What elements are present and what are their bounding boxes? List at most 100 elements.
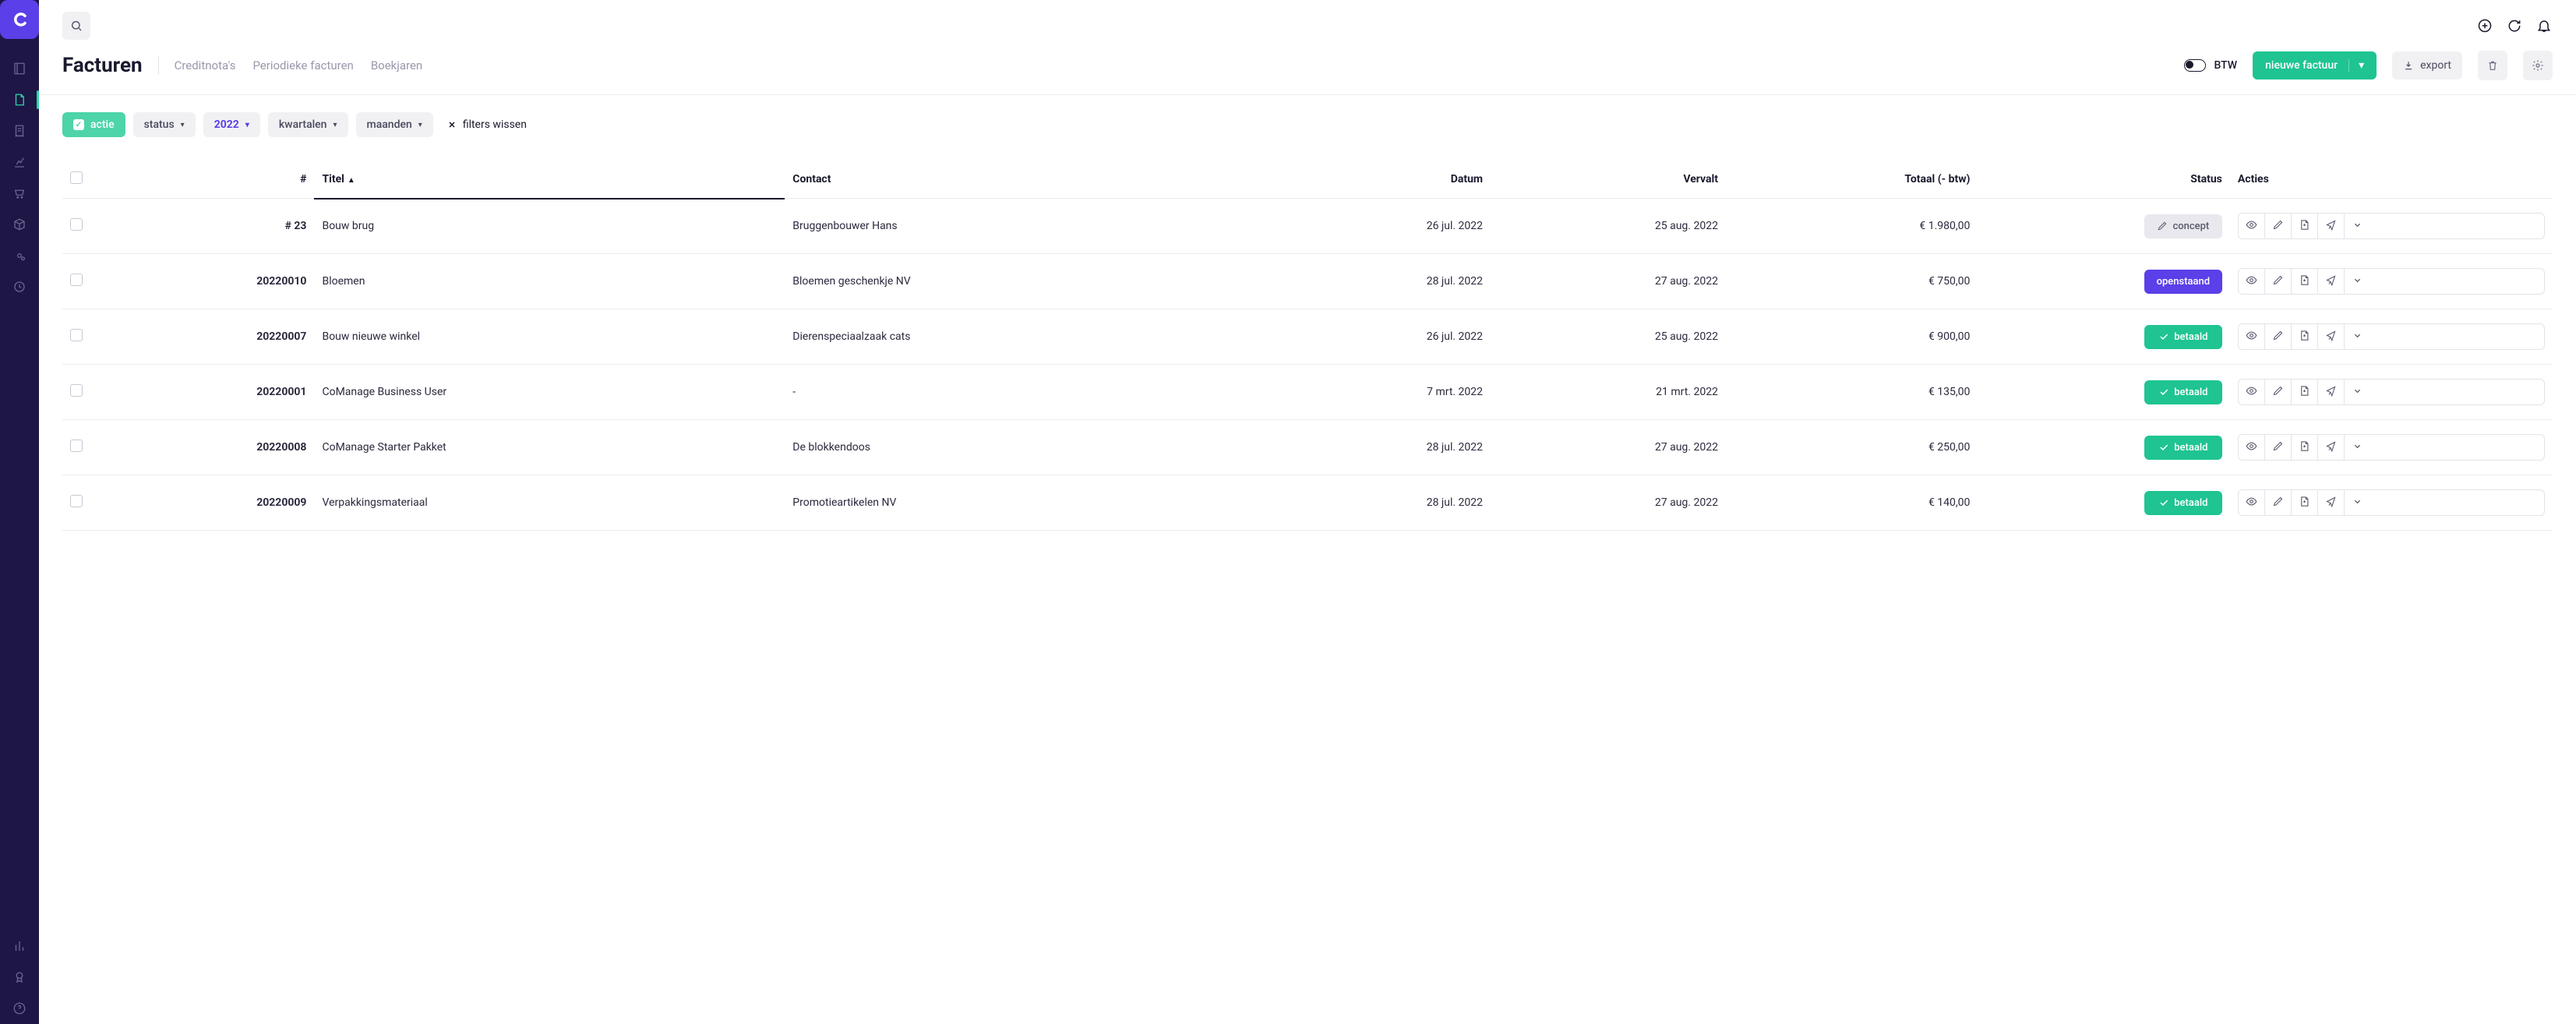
edit-button[interactable]	[2265, 380, 2292, 404]
status-badge[interactable]: openstaand	[2144, 270, 2222, 294]
cell-contact: De blokkendoos	[785, 420, 1255, 475]
row-actions	[2238, 213, 2545, 239]
chevron-down-icon	[2352, 385, 2363, 400]
edit-button[interactable]	[2265, 214, 2292, 238]
app-logo[interactable]	[0, 0, 39, 39]
row-checkbox[interactable]	[70, 329, 83, 341]
nav-chart-icon[interactable]	[0, 147, 39, 178]
send-button[interactable]	[2318, 435, 2345, 460]
nav-barchart-icon[interactable]	[0, 930, 39, 962]
more-button[interactable]	[2345, 435, 2371, 460]
btw-toggle[interactable]	[2184, 59, 2206, 72]
clear-filters[interactable]: filters wissen	[447, 118, 527, 131]
pencil-icon	[2272, 274, 2284, 289]
trash-button[interactable]	[2478, 51, 2507, 80]
nav-package-icon[interactable]	[0, 209, 39, 240]
nav-file-icon[interactable]	[0, 84, 39, 115]
col-date[interactable]: Datum	[1255, 161, 1491, 199]
edit-button[interactable]	[2265, 435, 2292, 460]
status-badge[interactable]: concept	[2144, 214, 2222, 238]
more-button[interactable]	[2345, 380, 2371, 404]
cell-number: 20220010	[129, 254, 314, 309]
cell-contact: Bloemen geschenkje NV	[785, 254, 1255, 309]
send-icon	[2325, 496, 2337, 510]
topbar	[39, 0, 2576, 51]
nav-receipt-icon[interactable]	[0, 115, 39, 147]
filter-year[interactable]: 2022 ▾	[203, 112, 260, 137]
pdf-button[interactable]	[2292, 490, 2318, 515]
search-button[interactable]	[62, 12, 90, 40]
view-button[interactable]	[2239, 269, 2265, 294]
page-title: Facturen	[62, 54, 143, 77]
download-icon	[2403, 60, 2414, 71]
row-checkbox[interactable]	[70, 274, 83, 286]
col-title[interactable]: Titel▲	[314, 161, 785, 199]
tab-periodic[interactable]: Periodieke facturen	[252, 58, 353, 72]
bell-icon[interactable]	[2535, 17, 2553, 34]
close-icon	[447, 120, 457, 129]
row-checkbox[interactable]	[70, 440, 83, 452]
filter-quarters[interactable]: kwartalen ▾	[268, 112, 348, 137]
col-status[interactable]: Status	[1978, 161, 2229, 199]
more-button[interactable]	[2345, 269, 2371, 294]
chevron-down-icon	[2352, 274, 2363, 289]
more-button[interactable]	[2345, 490, 2371, 515]
pdf-button[interactable]	[2292, 269, 2318, 294]
filter-status[interactable]: status ▾	[133, 112, 196, 137]
col-actions: Acties	[2230, 161, 2553, 199]
nav-settings-icon[interactable]	[0, 240, 39, 271]
edit-button[interactable]	[2265, 269, 2292, 294]
more-button[interactable]	[2345, 214, 2371, 238]
nav-cart-icon[interactable]	[0, 178, 39, 209]
nav-clock-icon[interactable]	[0, 271, 39, 302]
col-due[interactable]: Vervalt	[1491, 161, 1726, 199]
status-badge[interactable]: betaald	[2144, 436, 2222, 460]
add-icon[interactable]	[2476, 17, 2493, 34]
cell-date: 26 jul. 2022	[1255, 199, 1491, 254]
send-button[interactable]	[2318, 269, 2345, 294]
row-checkbox[interactable]	[70, 218, 83, 231]
status-badge[interactable]: betaald	[2144, 325, 2222, 349]
more-button[interactable]	[2345, 324, 2371, 349]
select-all-checkbox[interactable]	[70, 171, 83, 184]
cell-date: 26 jul. 2022	[1255, 309, 1491, 365]
pdf-button[interactable]	[2292, 324, 2318, 349]
cell-total: € 135,00	[1726, 365, 1978, 420]
row-checkbox[interactable]	[70, 495, 83, 507]
invoice-table: # Titel▲ Contact Datum Vervalt Totaal (-…	[62, 161, 2553, 531]
col-total[interactable]: Totaal (- btw)	[1726, 161, 1978, 199]
row-checkbox[interactable]	[70, 384, 83, 397]
send-button[interactable]	[2318, 490, 2345, 515]
status-badge[interactable]: betaald	[2144, 491, 2222, 515]
col-contact[interactable]: Contact	[785, 161, 1255, 199]
view-button[interactable]	[2239, 324, 2265, 349]
view-button[interactable]	[2239, 380, 2265, 404]
status-badge[interactable]: betaald	[2144, 380, 2222, 404]
edit-button[interactable]	[2265, 490, 2292, 515]
col-number[interactable]: #	[129, 161, 314, 199]
send-button[interactable]	[2318, 324, 2345, 349]
cell-title: Bouw brug	[314, 199, 785, 254]
send-button[interactable]	[2318, 214, 2345, 238]
filter-action[interactable]: ✓ actie	[62, 112, 125, 137]
edit-button[interactable]	[2265, 324, 2292, 349]
new-invoice-button[interactable]: nieuwe factuur ▾	[2253, 51, 2377, 79]
pdf-button[interactable]	[2292, 214, 2318, 238]
tab-creditnotas[interactable]: Creditnota's	[175, 58, 236, 72]
pdf-button[interactable]	[2292, 435, 2318, 460]
filter-months[interactable]: maanden ▾	[356, 112, 433, 137]
nav-book-icon[interactable]	[0, 53, 39, 84]
view-button[interactable]	[2239, 214, 2265, 238]
nav-badge-icon[interactable]	[0, 962, 39, 993]
cell-number: # 23	[129, 199, 314, 254]
pdf-button[interactable]	[2292, 380, 2318, 404]
settings-button[interactable]	[2523, 51, 2553, 80]
view-button[interactable]	[2239, 435, 2265, 460]
chevron-down-icon: ▾	[2348, 59, 2364, 72]
send-button[interactable]	[2318, 380, 2345, 404]
view-button[interactable]	[2239, 490, 2265, 515]
refresh-icon[interactable]	[2506, 17, 2523, 34]
nav-help-icon[interactable]	[0, 993, 39, 1024]
tab-bookyears[interactable]: Boekjaren	[371, 58, 422, 72]
export-button[interactable]: export	[2392, 51, 2462, 79]
